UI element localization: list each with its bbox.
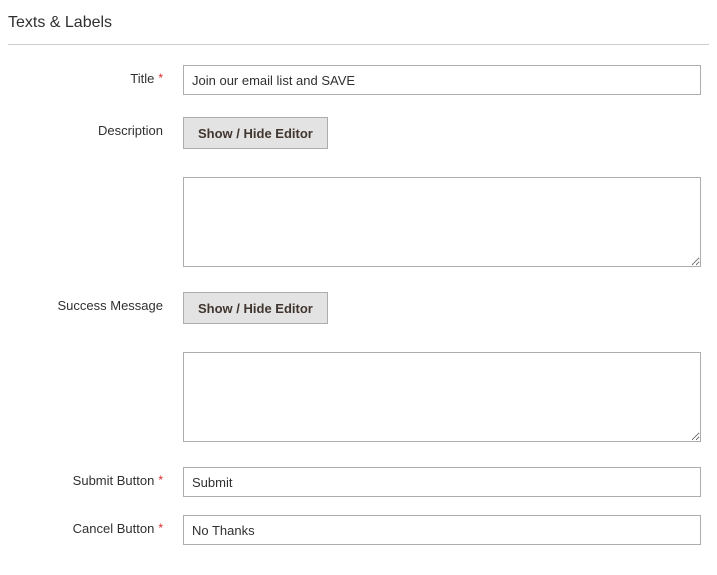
control-title [183, 65, 709, 95]
description-textarea[interactable] [183, 177, 701, 267]
label-success-message-text: Success Message [58, 298, 164, 313]
label-success-message: Success Message [8, 292, 183, 313]
label-cancel-button: Cancel Button* [8, 515, 183, 536]
control-success-message: Show / Hide Editor [183, 292, 709, 445]
label-title: Title * [8, 65, 183, 86]
title-input[interactable] [183, 65, 701, 95]
field-description: Description Show / Hide Editor [8, 117, 709, 270]
toggle-editor-description-button[interactable]: Show / Hide Editor [183, 117, 328, 149]
control-description: Show / Hide Editor [183, 117, 709, 270]
field-title: Title * [8, 65, 709, 95]
field-submit-button: Submit Button* [8, 467, 709, 497]
field-success-message: Success Message Show / Hide Editor [8, 292, 709, 445]
control-submit-button [183, 467, 709, 497]
required-mark: * [158, 473, 163, 487]
label-title-text: Title [130, 71, 154, 86]
control-cancel-button [183, 515, 709, 545]
label-submit-button-text: Submit Button [73, 473, 155, 488]
label-description: Description [8, 117, 183, 138]
cancel-button-input[interactable] [183, 515, 701, 545]
label-submit-button: Submit Button* [8, 467, 183, 488]
submit-button-input[interactable] [183, 467, 701, 497]
label-description-text: Description [98, 123, 163, 138]
required-mark: * [158, 71, 163, 85]
required-mark: * [158, 521, 163, 535]
success-message-textarea[interactable] [183, 352, 701, 442]
field-cancel-button: Cancel Button* [8, 515, 709, 545]
toggle-editor-success-button[interactable]: Show / Hide Editor [183, 292, 328, 324]
section-heading: Texts & Labels [8, 8, 709, 45]
label-cancel-button-text: Cancel Button [73, 521, 155, 536]
